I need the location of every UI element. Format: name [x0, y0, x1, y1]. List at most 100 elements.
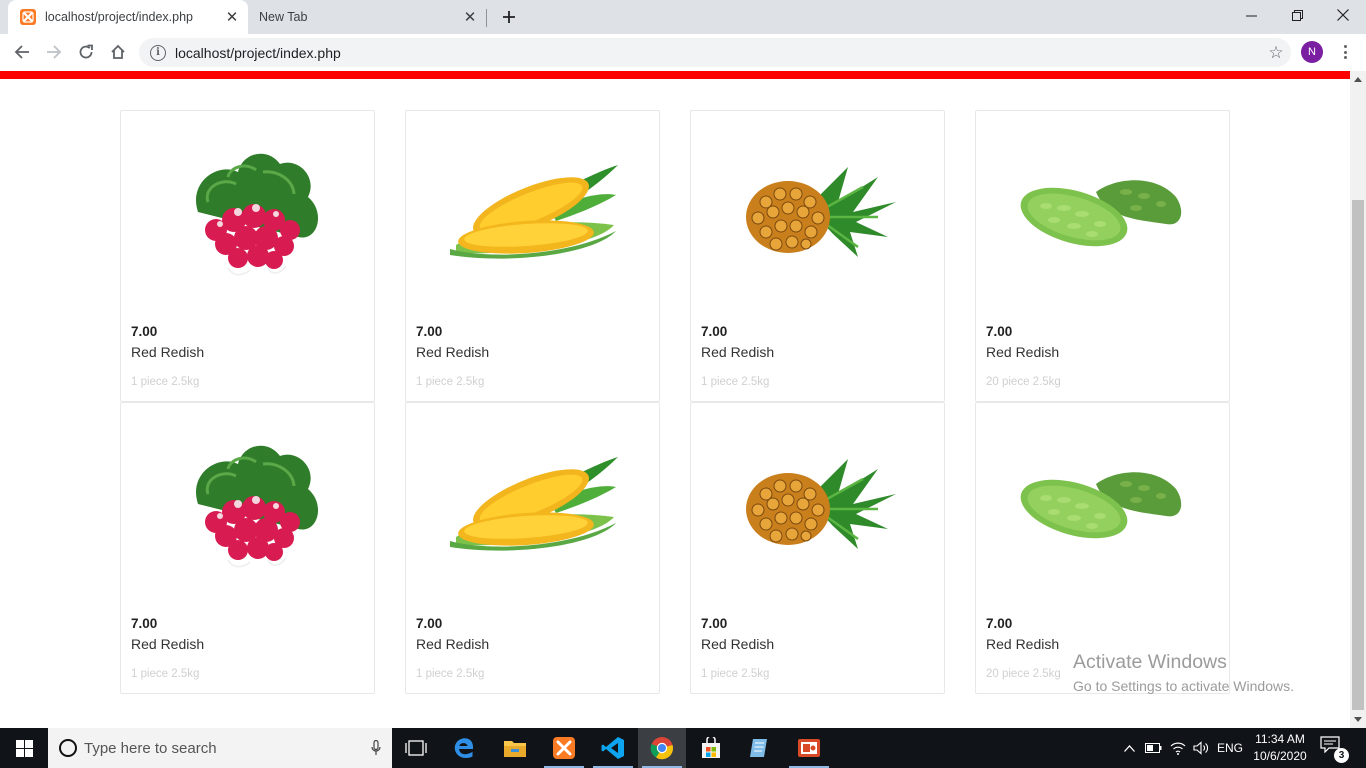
bitter-gourd-image [1016, 454, 1191, 559]
radish-image [168, 142, 328, 287]
close-window-icon[interactable] [1320, 0, 1366, 30]
tab-title: New Tab [259, 10, 308, 24]
file-explorer-icon[interactable] [491, 728, 539, 768]
tab-new-tab[interactable]: New Tab ✕ [248, 0, 486, 34]
product-quantity: 20 piece 2.5kg [986, 376, 1061, 388]
search-placeholder: Type here to search [84, 739, 217, 757]
taskbar-search-box[interactable]: Type here to search [48, 728, 392, 768]
address-bar[interactable]: i localhost/project/index.php ☆ [139, 38, 1291, 67]
product-card[interactable]: 7.00 Red Redish 20 piece 2.5kg [975, 110, 1230, 402]
product-quantity: 1 piece 2.5kg [131, 668, 200, 680]
battery-icon[interactable] [1142, 728, 1164, 768]
wifi-icon[interactable] [1166, 728, 1190, 768]
product-name[interactable]: Red Redish [131, 344, 204, 360]
product-image[interactable] [692, 112, 944, 317]
bitter-gourd-image [1016, 162, 1191, 267]
language-indicator[interactable]: ENG [1214, 728, 1246, 768]
vscode-icon[interactable] [589, 728, 637, 768]
url-text[interactable]: localhost/project/index.php [175, 45, 1261, 61]
header-red-bar [0, 71, 1350, 79]
info-icon[interactable]: i [150, 44, 166, 61]
product-name[interactable]: Red Redish [416, 344, 489, 360]
product-price: 7.00 [416, 324, 443, 339]
task-view-icon[interactable] [392, 728, 440, 768]
radish-image [168, 434, 328, 579]
watermark-subtitle: Go to Settings to activate Windows. [1073, 678, 1294, 694]
product-name[interactable]: Red Redish [701, 636, 774, 652]
pineapple-image [738, 454, 898, 559]
product-image[interactable] [977, 404, 1229, 609]
product-quantity: 1 piece 2.5kg [701, 376, 770, 388]
action-center-icon[interactable]: 3 [1320, 736, 1349, 763]
product-price: 7.00 [416, 616, 443, 631]
notes-app-icon[interactable] [736, 728, 784, 768]
taskbar-clock[interactable]: 11:34 AM 10/6/2020 [1246, 731, 1314, 765]
product-card[interactable]: 7.00 Red Redish 1 piece 2.5kg [120, 110, 375, 402]
close-tab-icon[interactable]: ✕ [458, 5, 482, 29]
notification-count-badge: 3 [1334, 748, 1349, 763]
corn-image [446, 157, 621, 272]
scroll-down-arrow-icon[interactable] [1350, 711, 1366, 728]
new-tab-button[interactable] [497, 5, 521, 29]
product-quantity: 1 piece 2.5kg [416, 376, 485, 388]
scroll-up-arrow-icon[interactable] [1350, 71, 1366, 88]
clock-date: 10/6/2020 [1253, 749, 1307, 763]
forward-arrow-icon[interactable] [40, 38, 68, 66]
product-name[interactable]: Red Redish [131, 636, 204, 652]
profile-avatar[interactable]: N [1301, 41, 1323, 63]
tab-separator [486, 9, 487, 27]
product-image[interactable] [407, 404, 659, 609]
browser-menu-icon[interactable] [1333, 40, 1357, 64]
edge-icon[interactable] [440, 728, 488, 768]
tab-localhost[interactable]: localhost/project/index.php ✕ [8, 0, 248, 34]
activate-windows-watermark: Activate Windows Go to Settings to activ… [1073, 651, 1294, 694]
product-name[interactable]: Red Redish [701, 344, 774, 360]
windows-taskbar: Type here to search ENG 11:34 AM 10/6/20… [0, 728, 1366, 768]
microphone-icon[interactable] [360, 740, 392, 756]
xampp-icon [20, 9, 36, 25]
product-name[interactable]: Red Redish [416, 636, 489, 652]
tab-strip: localhost/project/index.php ✕ New Tab ✕ [0, 0, 1366, 34]
product-quantity: 20 piece 2.5kg [986, 668, 1061, 680]
presentation-app-icon[interactable] [785, 728, 833, 768]
xampp-taskbar-icon[interactable] [540, 728, 588, 768]
product-name[interactable]: Red Redish [986, 636, 1059, 652]
browser-toolbar: i localhost/project/index.php ☆ N [0, 34, 1366, 71]
restore-icon[interactable] [1274, 0, 1320, 30]
product-card[interactable]: 7.00 Red Redish 1 piece 2.5kg [120, 402, 375, 694]
product-card[interactable]: 7.00 Red Redish 1 piece 2.5kg [690, 110, 945, 402]
product-image[interactable] [692, 404, 944, 609]
minimize-icon[interactable] [1228, 0, 1274, 30]
pineapple-image [738, 162, 898, 267]
scrollbar-thumb[interactable] [1352, 200, 1364, 710]
product-price: 7.00 [986, 616, 1013, 631]
watermark-title: Activate Windows [1073, 651, 1227, 673]
product-name[interactable]: Red Redish [986, 344, 1059, 360]
tab-title: localhost/project/index.php [45, 10, 194, 24]
product-quantity: 1 piece 2.5kg [701, 668, 770, 680]
show-hidden-icons-icon[interactable] [1118, 728, 1140, 768]
product-quantity: 1 piece 2.5kg [416, 668, 485, 680]
windows-start-icon[interactable] [0, 728, 48, 768]
store-icon[interactable] [687, 728, 735, 768]
product-image[interactable] [977, 112, 1229, 317]
close-tab-icon[interactable]: ✕ [220, 5, 244, 29]
product-price: 7.00 [701, 616, 728, 631]
home-icon[interactable] [104, 38, 132, 66]
chrome-taskbar-icon[interactable] [638, 728, 686, 768]
product-quantity: 1 piece 2.5kg [131, 376, 200, 388]
bookmark-star-icon[interactable]: ☆ [1261, 43, 1291, 63]
product-image[interactable] [122, 112, 374, 317]
product-card[interactable]: 7.00 Red Redish 1 piece 2.5kg [405, 402, 660, 694]
product-card[interactable]: 7.00 Red Redish 1 piece 2.5kg [690, 402, 945, 694]
product-image[interactable] [407, 112, 659, 317]
product-image[interactable] [122, 404, 374, 609]
product-card[interactable]: 7.00 Red Redish 1 piece 2.5kg [405, 110, 660, 402]
cortana-search-icon [59, 739, 77, 757]
back-arrow-icon[interactable] [8, 38, 36, 66]
volume-icon[interactable] [1190, 728, 1212, 768]
reload-icon[interactable] [72, 38, 100, 66]
page-viewport: 7.00 Red Redish 1 piece 2.5kg 7.00 Red R… [0, 71, 1366, 728]
clock-time: 11:34 AM [1255, 732, 1305, 746]
product-price: 7.00 [131, 324, 158, 339]
